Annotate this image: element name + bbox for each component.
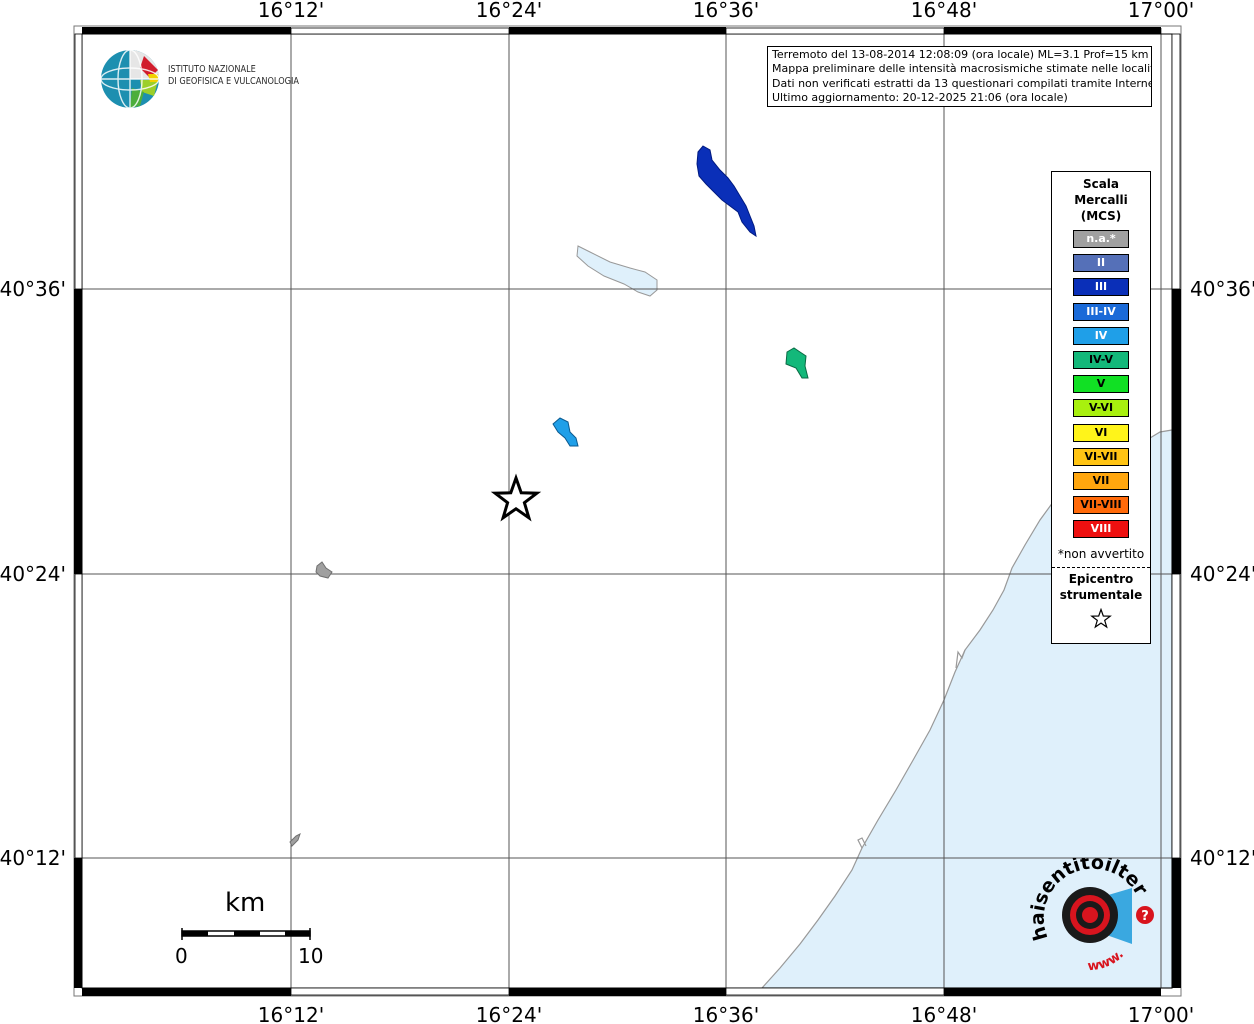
- info-line-source: Dati non verificati estratti da 13 quest…: [772, 76, 1152, 90]
- legend-star-icon: [1090, 607, 1112, 629]
- institute-name-line2: DI GEOFISICA E VULCANOLOGIA: [168, 76, 300, 87]
- epicenter-star-icon[interactable]: [490, 473, 542, 522]
- lon-label: 16°36': [693, 0, 759, 22]
- legend-swatch-iii: III: [1073, 278, 1129, 297]
- legend-swatch-v: V: [1073, 375, 1129, 394]
- lon-label: 16°48': [911, 1003, 977, 1024]
- legend-swatch-viii: VIII: [1073, 520, 1129, 539]
- lon-label: 16°24': [476, 0, 542, 22]
- lat-label: 40°36': [1190, 277, 1254, 301]
- earthquake-info-box: Terremoto del 13-08-2014 12:08:09 (ora l…: [767, 46, 1152, 107]
- lon-label: 17°00': [1128, 1003, 1194, 1024]
- scale-unit: km: [225, 888, 266, 918]
- longitude-labels-bottom: 16°12' 16°24' 16°36' 16°48' 17°00': [258, 1003, 1194, 1024]
- svg-text:?: ?: [1141, 909, 1149, 924]
- lat-label: 40°12': [1190, 846, 1254, 870]
- lon-label: 16°36': [693, 1003, 759, 1024]
- legend-swatch-iv: IV: [1073, 326, 1129, 345]
- lon-label: 16°12': [258, 1003, 324, 1024]
- legend-separator: [1052, 567, 1150, 569]
- legend-swatch-iv-v: IV-V: [1073, 350, 1129, 369]
- legend-swatch-n-a: n.a.*: [1073, 230, 1129, 248]
- legend-items: n.a.* II III III-IV IV IV-V V V-VI VI VI-VII VII VI…: [1052, 230, 1150, 539]
- scale-end-label: 10: [298, 944, 324, 968]
- legend-epicenter-line1: Epicentro: [1068, 572, 1134, 587]
- brand-logo: haisentitoilterremoto.it www. ?: [1010, 841, 1170, 978]
- lon-label: 16°24': [476, 1003, 542, 1024]
- info-line-description: Mappa preliminare delle intensità macros…: [772, 62, 1152, 76]
- info-line-event: Terremoto del 13-08-2014 12:08:09 (ora l…: [772, 48, 1149, 61]
- lat-label: 40°36': [0, 277, 66, 301]
- municipality-not-felt[interactable]: [315, 561, 333, 579]
- legend-title-line2: Mercalli: [1074, 193, 1128, 207]
- mcs-legend: Scala Mercalli (MCS) n.a.* II III III-IV IV I…: [1051, 171, 1151, 644]
- legend-title-line1: Scala: [1082, 177, 1120, 191]
- lat-label: 40°24': [1190, 562, 1254, 586]
- lon-label: 17°00': [1128, 0, 1194, 22]
- institute-name-line1: ISTITUTO NAZIONALE: [168, 64, 256, 75]
- scale-start-label: 0: [175, 944, 188, 968]
- legend-swatch-iii-iv: III-IV: [1073, 302, 1129, 321]
- longitude-labels-top: 16°12' 16°24' 16°36' 16°48' 17°00': [258, 0, 1194, 22]
- legend-swatch-vi: VI: [1073, 423, 1129, 442]
- lat-label: 40°12': [0, 846, 66, 870]
- legend-swatch-ii: II: [1073, 254, 1129, 273]
- legend-note: *non avvertito: [1057, 547, 1145, 562]
- legend-title-line3: (MCS): [1080, 209, 1122, 223]
- municipality-intensity-IV[interactable]: [552, 417, 579, 447]
- info-line-updated: Ultimo aggiornamento: 20-12-2025 21:06 (…: [772, 90, 1068, 104]
- brand-www: www.: [1087, 947, 1127, 974]
- latitude-labels-right: 40°36' 40°24' 40°12': [1190, 277, 1254, 870]
- target-icon: haisentitoilterremoto.it www. ?: [1010, 841, 1154, 974]
- globe-icon: [100, 49, 160, 109]
- legend-swatch-vi-vii: VI-VII: [1073, 447, 1129, 466]
- latitude-labels-left: 40°36' 40°24' 40°12': [0, 277, 66, 870]
- lon-label: 16°48': [911, 0, 977, 22]
- legend-epicenter-line2: strumentale: [1059, 588, 1143, 603]
- institute-logo: ISTITUTO NAZIONALE DI GEOFISICA E VULCAN…: [100, 46, 330, 112]
- lat-label: 40°24': [0, 562, 66, 586]
- legend-swatch-vii: VII: [1073, 471, 1129, 490]
- legend-swatch-v-vi: V-VI: [1073, 399, 1129, 418]
- municipality-intensity-IV-V[interactable]: [785, 347, 809, 379]
- lon-label: 16°12': [258, 0, 324, 22]
- svg-text:www.: www.: [1087, 947, 1127, 974]
- legend-swatch-vii-viii: VII-VIII: [1073, 496, 1129, 515]
